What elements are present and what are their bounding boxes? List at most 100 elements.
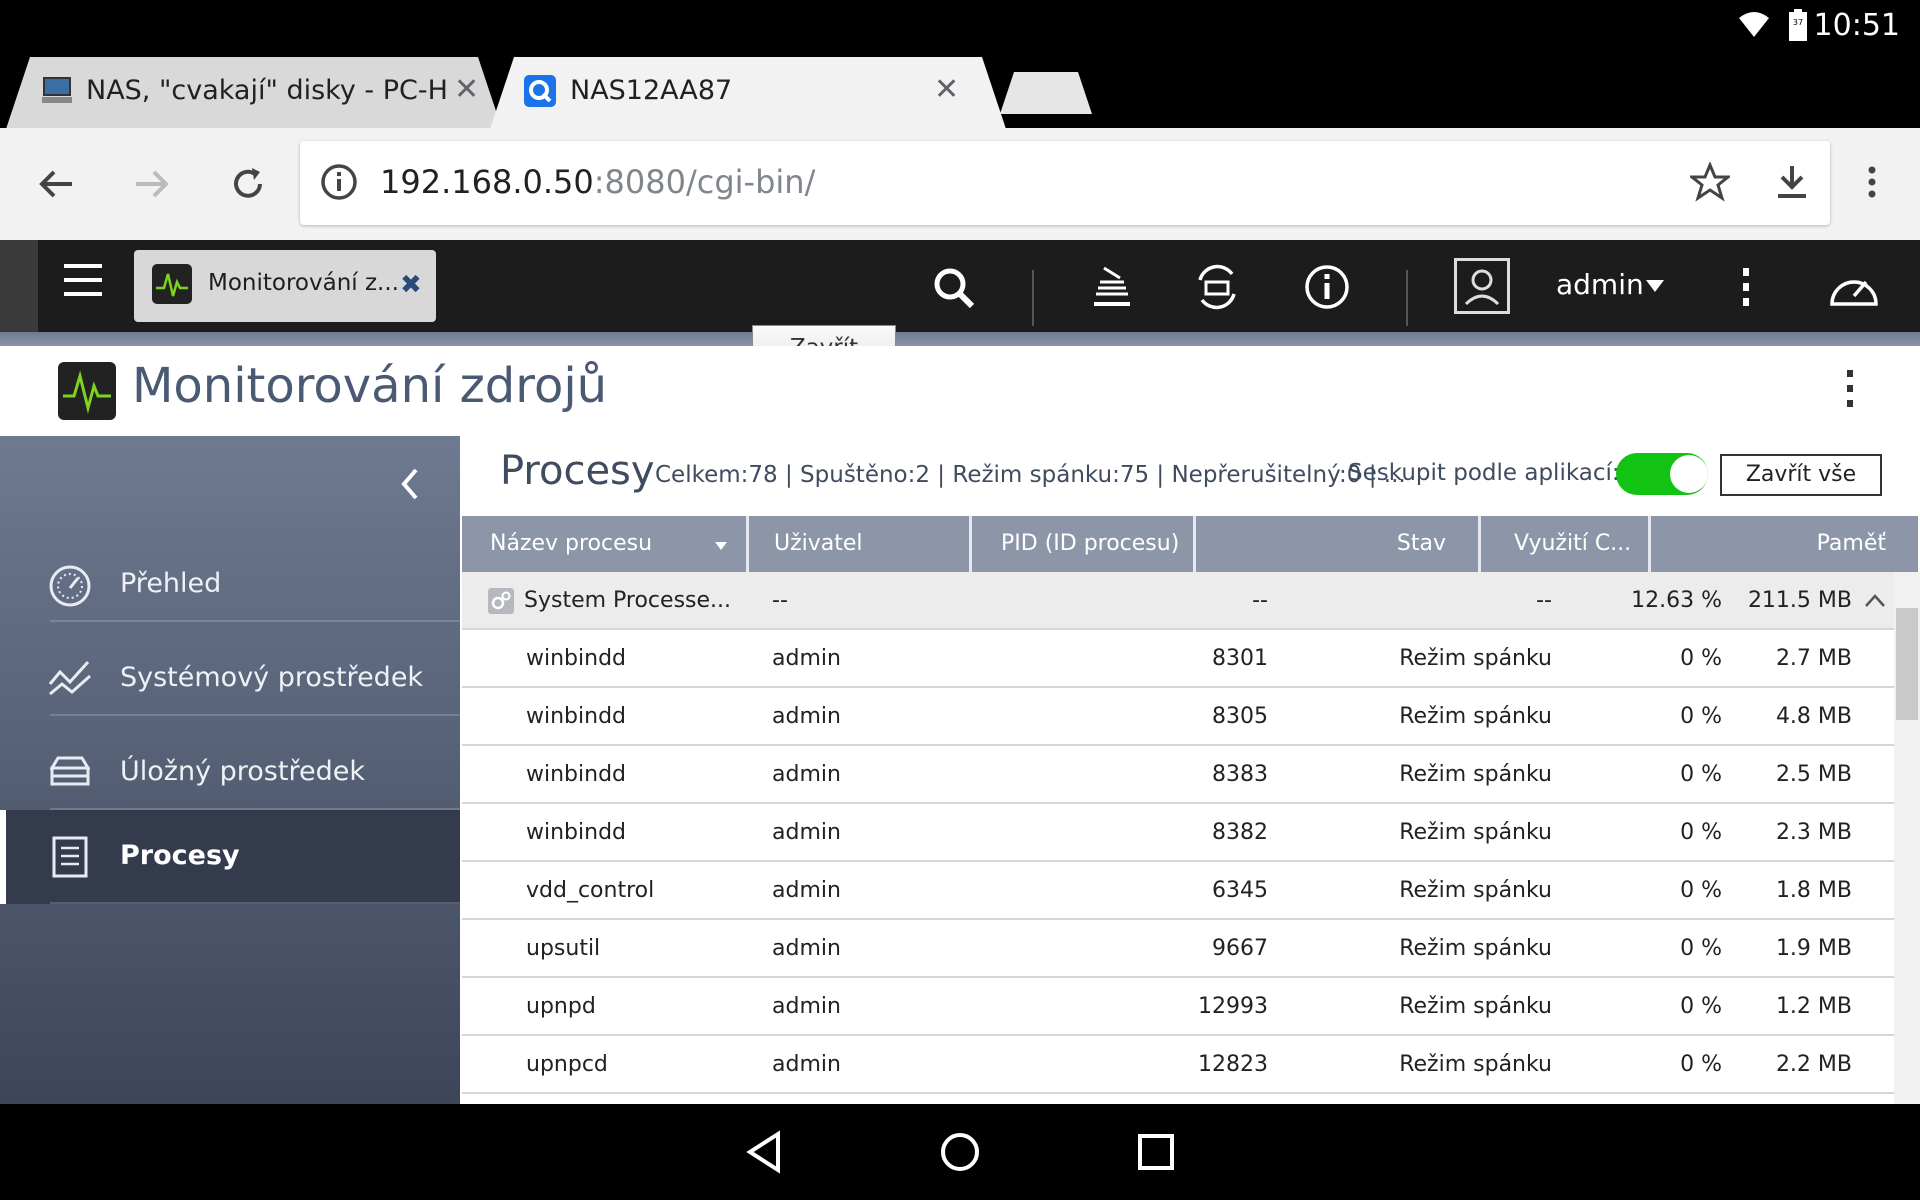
sidebar-item-processes[interactable]: Procesy xyxy=(0,810,460,904)
cell-user: admin xyxy=(772,1052,841,1077)
reload-icon[interactable] xyxy=(228,164,268,204)
user-name[interactable]: admin xyxy=(1556,268,1644,301)
cell-name: winbindd xyxy=(526,646,626,671)
column-header-cpu[interactable]: Využití C... xyxy=(1514,531,1631,556)
caret-down-icon[interactable] xyxy=(1644,278,1666,294)
column-header-pid[interactable]: PID (ID procesu) xyxy=(1001,531,1179,556)
sidebar-item-label: Úložný prostředek xyxy=(120,756,365,787)
column-header-user[interactable]: Uživatel xyxy=(774,531,863,556)
cell-memory: 4.8 MB xyxy=(1775,704,1852,729)
cell-pid: 8383 xyxy=(1212,762,1268,787)
cell-cpu: 0 % xyxy=(1680,762,1722,787)
table-row[interactable]: winbindd admin 8305 Režim spánku 0 % 4.8… xyxy=(462,688,1894,746)
cell-memory: 1.9 MB xyxy=(1775,936,1852,961)
cell-cpu: 0 % xyxy=(1680,994,1722,1019)
nav-home-icon[interactable] xyxy=(938,1130,982,1174)
column-header-name[interactable]: Název procesu xyxy=(490,531,652,556)
cell-name: System Processe... xyxy=(524,588,732,613)
back-arrow-icon[interactable] xyxy=(36,164,76,204)
nav-back-icon[interactable] xyxy=(744,1130,784,1174)
nas-header-strip xyxy=(0,332,1920,346)
cell-cpu: 0 % xyxy=(1680,1052,1722,1077)
table-row[interactable]: upnpcd admin 12823 Režim spánku 0 % 2.2 … xyxy=(462,1036,1894,1094)
cell-cpu: 0 % xyxy=(1680,878,1722,903)
cell-name: winbindd xyxy=(526,820,626,845)
browser-tab-active[interactable]: NAS12AA87 ✕ xyxy=(490,57,1006,129)
cell-user: admin xyxy=(772,762,841,787)
bookmark-star-icon[interactable] xyxy=(1690,162,1730,202)
close-all-button[interactable]: Zavřít vše xyxy=(1720,454,1882,496)
sidebar-item-storage-resource[interactable]: Úložný prostředek xyxy=(0,726,460,820)
cell-pid: 12823 xyxy=(1198,1052,1268,1077)
cell-memory: 1.2 MB xyxy=(1775,994,1852,1019)
page-title: Monitorování zdrojů xyxy=(132,358,608,414)
cell-name: upnpd xyxy=(526,994,596,1019)
cell-state: -- xyxy=(1536,588,1552,613)
cell-pid: 8305 xyxy=(1212,704,1268,729)
table-row[interactable]: winbindd admin 8301 Režim spánku 0 % 2.7… xyxy=(462,630,1894,688)
table-group-row[interactable]: System Processe... -- -- -- 12.63 % 211.… xyxy=(462,572,1894,630)
table-scrollbar-thumb[interactable] xyxy=(1896,608,1918,720)
cell-state: Režim spánku xyxy=(1399,704,1552,729)
sidebar-item-system-resource[interactable]: Systémový prostředek xyxy=(0,632,460,726)
cell-name: upnpcd xyxy=(526,1052,608,1077)
column-header-memory[interactable]: Paměť xyxy=(1660,531,1886,556)
table-row[interactable]: winbindd admin 8382 Režim spánku 0 % 2.3… xyxy=(462,804,1894,862)
status-bar xyxy=(0,0,1920,52)
toggle-knob[interactable] xyxy=(1670,455,1708,493)
table-row[interactable]: upnpd admin 12993 Režim spánku 0 % 1.2 M… xyxy=(462,978,1894,1036)
table-row[interactable]: vdd_control admin 6345 Režim spánku 0 % … xyxy=(462,862,1894,920)
battery-icon: 37 xyxy=(1789,9,1807,41)
nas-app-tab-close-icon[interactable]: ✖ xyxy=(400,270,422,300)
task-stack-icon[interactable] xyxy=(1090,264,1134,308)
collapse-chevron-up-icon[interactable] xyxy=(1864,592,1886,608)
gauge-icon xyxy=(49,565,91,607)
url-path: :8080/cgi-bin/ xyxy=(593,163,816,201)
cell-pid: 12993 xyxy=(1198,994,1268,1019)
nas-header-edge xyxy=(0,240,38,332)
table-row[interactable]: upsutil admin 9667 Režim spánku 0 % 1.9 … xyxy=(462,920,1894,978)
cell-user: admin xyxy=(772,704,841,729)
info-icon[interactable] xyxy=(320,163,358,201)
user-avatar-icon[interactable] xyxy=(1454,258,1510,314)
table-row[interactable]: winbindd admin 8383 Režim spánku 0 % 2.5… xyxy=(462,746,1894,804)
section-title: Procesy xyxy=(500,448,655,494)
resource-monitor-app-icon xyxy=(152,264,192,304)
dashboard-gauge-icon[interactable] xyxy=(1826,266,1882,310)
new-tab-button[interactable] xyxy=(1000,72,1092,114)
cell-name: upsutil xyxy=(526,936,601,961)
column-separator xyxy=(1648,516,1651,572)
tab-close-icon[interactable]: ✕ xyxy=(934,75,959,105)
more-options-icon[interactable] xyxy=(1734,264,1758,310)
browser-tab-inactive[interactable]: NAS, "cvakají" disky - PC-HELP ✕ xyxy=(6,57,502,129)
tab-title: NAS, "cvakají" disky - PC-HELP xyxy=(86,75,446,106)
clock: 10:51 xyxy=(1813,8,1900,43)
column-header-state[interactable]: Stav xyxy=(1200,531,1446,556)
app-menu-icon[interactable] xyxy=(1838,368,1862,410)
header-separator xyxy=(1032,270,1034,326)
nav-recents-icon[interactable] xyxy=(1136,1132,1176,1172)
hamburger-menu-icon[interactable] xyxy=(62,260,104,300)
cell-state: Režim spánku xyxy=(1399,936,1552,961)
info-circle-icon[interactable] xyxy=(1304,264,1350,310)
column-separator xyxy=(969,516,972,572)
cell-cpu: 0 % xyxy=(1680,704,1722,729)
cell-pid: 6345 xyxy=(1212,878,1268,903)
storage-icon xyxy=(50,756,90,786)
tab-close-icon[interactable]: ✕ xyxy=(454,75,479,105)
cell-cpu: 0 % xyxy=(1680,820,1722,845)
sort-caret-down-icon[interactable] xyxy=(714,541,728,551)
download-icon[interactable] xyxy=(1772,162,1812,202)
forward-arrow-icon[interactable] xyxy=(132,164,172,204)
external-device-icon[interactable] xyxy=(1194,264,1240,310)
search-icon[interactable] xyxy=(932,266,976,310)
cell-memory: 2.3 MB xyxy=(1775,820,1852,845)
collapse-chevron-left-icon[interactable] xyxy=(396,466,424,502)
cell-pid: -- xyxy=(1252,588,1268,613)
process-stats: Celkem:78 | Spuštěno:2 | Režim spánku:75… xyxy=(655,462,1406,488)
sidebar-item-overview[interactable]: Přehled xyxy=(0,538,460,632)
browser-menu-icon[interactable] xyxy=(1860,162,1884,202)
cell-user: admin xyxy=(772,878,841,903)
cell-state: Režim spánku xyxy=(1399,646,1552,671)
url-text[interactable]: 192.168.0.50:8080/cgi-bin/ xyxy=(380,163,815,201)
